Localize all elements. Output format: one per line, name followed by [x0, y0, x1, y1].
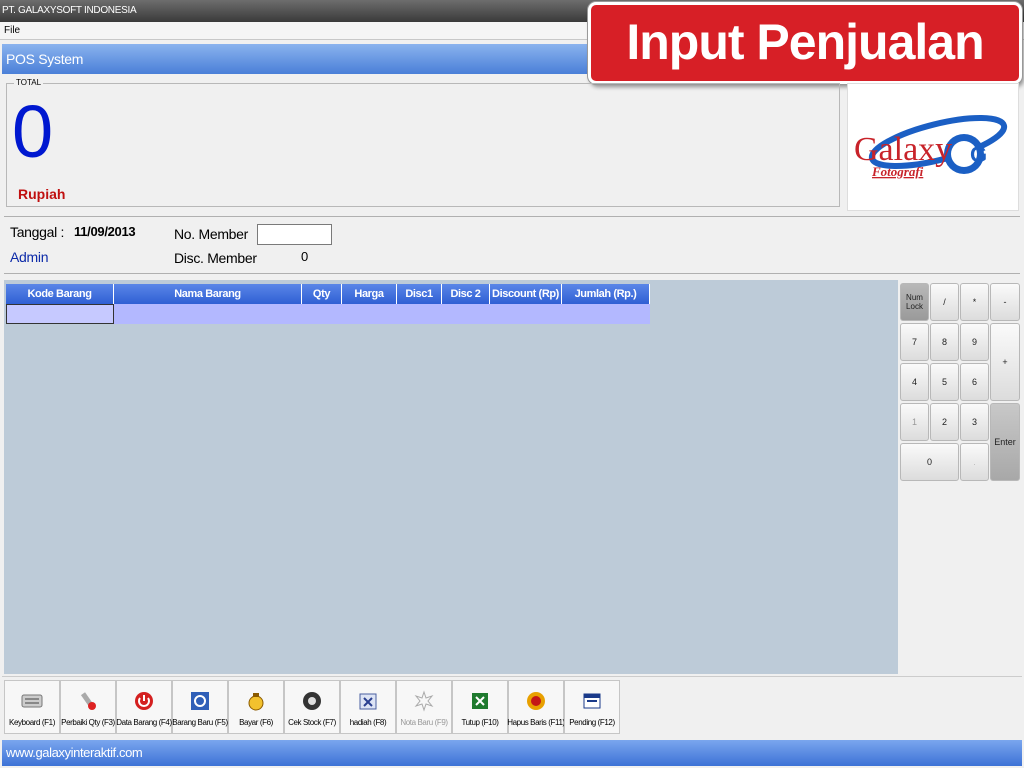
key-star[interactable]: *	[960, 283, 989, 321]
key-slash[interactable]: /	[930, 283, 959, 321]
key-3[interactable]: 3	[960, 403, 989, 441]
key-0[interactable]: 0	[900, 443, 959, 481]
col-nama-barang[interactable]: Nama Barang	[114, 284, 302, 304]
galaxy-logo-icon: G Galaxy Fotografi	[854, 115, 1008, 179]
perbaiki-qty-button[interactable]: Perbaiki Qty (F3)	[60, 680, 116, 734]
key-1[interactable]: 1	[900, 403, 929, 441]
disc-member-value: 0	[301, 249, 308, 264]
close-box-icon	[469, 690, 491, 712]
disc-member-label: Disc. Member	[174, 250, 257, 266]
currency-label: Rupiah	[18, 186, 66, 202]
total-value: 0	[12, 90, 54, 173]
col-qty[interactable]: Qty	[302, 284, 342, 304]
page-banner: Input Penjualan	[588, 2, 1022, 84]
hapus-baris-button[interactable]: Hapus Baris (F11)	[507, 680, 565, 734]
key-8[interactable]: 8	[930, 323, 959, 361]
active-cell[interactable]	[6, 304, 114, 324]
col-harga[interactable]: Harga	[342, 284, 397, 304]
col-disc1[interactable]: Disc1 (%)	[397, 284, 442, 320]
edit-tools-icon	[77, 690, 99, 712]
key-4[interactable]: 4	[900, 363, 929, 401]
disc-icon	[301, 690, 323, 712]
info-panel	[4, 216, 1020, 274]
logo-brand: Galaxy	[854, 131, 952, 168]
col-disc2[interactable]: Disc 2 (%)	[442, 284, 490, 320]
logo-sub: Fotografi	[871, 164, 924, 179]
key-numlock[interactable]: Num Lock	[900, 283, 929, 321]
key-6[interactable]: 6	[960, 363, 989, 401]
key-minus[interactable]: -	[990, 283, 1020, 321]
menu-file[interactable]: File	[4, 25, 20, 36]
footer-url: www.galaxyinteraktif.com	[2, 740, 1022, 766]
key-dot[interactable]: .	[960, 443, 989, 481]
key-2[interactable]: 2	[930, 403, 959, 441]
col-jumlah[interactable]: Jumlah (Rp.)	[562, 284, 650, 304]
cek-stock-button[interactable]: Cek Stock (F7)	[284, 680, 340, 734]
total-panel	[6, 83, 840, 207]
keyboard-icon	[21, 690, 43, 712]
svg-text:G: G	[970, 142, 987, 167]
bayar-button[interactable]: Bayar (F6)	[228, 680, 284, 734]
key-9[interactable]: 9	[960, 323, 989, 361]
delete-row-icon	[525, 690, 547, 712]
key-7[interactable]: 7	[900, 323, 929, 361]
gift-box-icon	[357, 690, 379, 712]
member-input[interactable]	[257, 224, 332, 245]
user-name: Admin	[10, 249, 49, 265]
barang-baru-button[interactable]: Barang Baru (F5)	[172, 680, 228, 734]
hadiah-button[interactable]: hadiah (F8)	[340, 680, 396, 734]
nota-baru-button[interactable]: Nota Baru (F9)	[396, 680, 452, 734]
refresh-icon	[189, 690, 211, 712]
keyboard-button[interactable]: Keyboard (F1)	[4, 680, 60, 734]
data-barang-button[interactable]: Data Barang (F4)	[116, 680, 172, 734]
power-icon	[133, 690, 155, 712]
date-value: 11/09/2013	[74, 224, 136, 239]
date-label: Tanggal :	[10, 224, 65, 240]
member-label: No. Member	[174, 226, 249, 242]
col-discount-rp[interactable]: Discount (Rp)	[490, 284, 562, 304]
total-legend: TOTAL	[14, 78, 44, 87]
company-logo: G Galaxy Fotografi	[847, 83, 1019, 211]
calendar-icon	[581, 690, 603, 712]
burst-icon	[413, 690, 435, 712]
tutup-button[interactable]: Tutup (F10)	[452, 680, 508, 734]
sales-grid[interactable]	[4, 280, 898, 674]
key-plus[interactable]: +	[990, 323, 1020, 401]
key-5[interactable]: 5	[930, 363, 959, 401]
money-bag-icon	[245, 690, 267, 712]
col-kode-barang[interactable]: Kode Barang	[6, 284, 114, 304]
key-enter[interactable]: Enter	[990, 403, 1020, 481]
pending-button[interactable]: Pending (F12)	[564, 680, 620, 734]
